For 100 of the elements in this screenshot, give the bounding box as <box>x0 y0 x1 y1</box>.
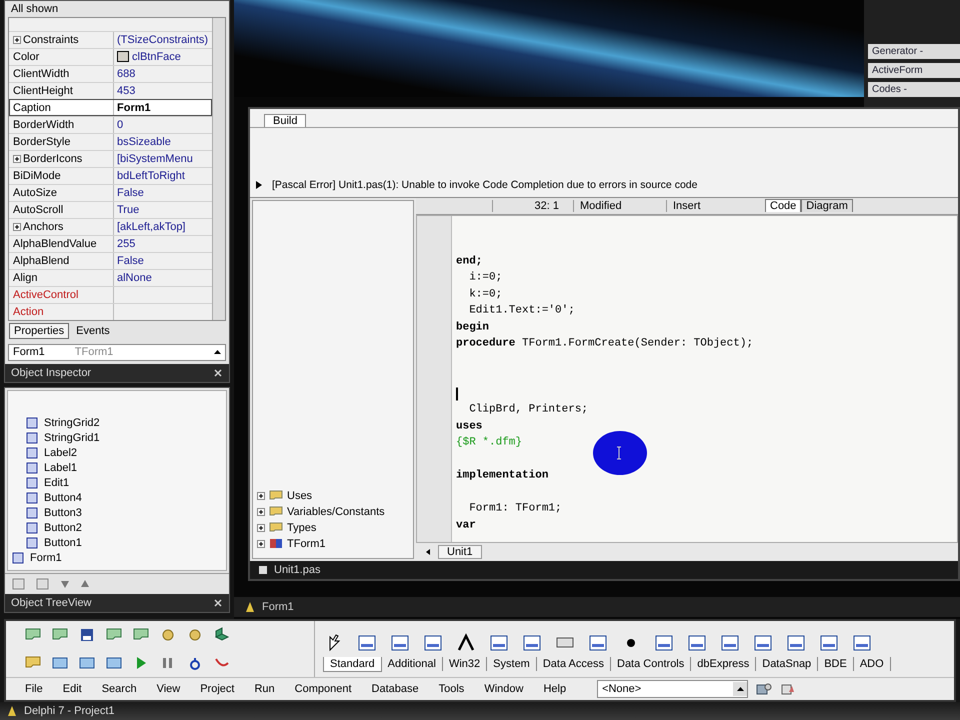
window-button[interactable]: Generator - <box>868 44 960 59</box>
window-button[interactable]: ActiveForm <box>868 63 960 78</box>
property-row[interactable]: ClientHeight 453 <box>9 82 212 99</box>
desktop-layout-combo[interactable]: <None> <box>597 680 748 698</box>
explorer-item[interactable]: TForm1 <box>287 538 326 550</box>
popup-component-icon[interactable] <box>422 633 444 653</box>
palette-tab[interactable]: Data Controls <box>611 657 692 671</box>
editor-tab[interactable]: Unit1 <box>438 545 482 559</box>
palette-tab[interactable]: Standard <box>323 657 382 672</box>
view-tab[interactable]: Code <box>765 200 802 212</box>
property-row[interactable]: BorderIcons [biSystemMenu <box>9 150 212 167</box>
expand-icon[interactable] <box>257 492 265 500</box>
property-row[interactable]: AutoSize False <box>9 184 212 201</box>
menu-item[interactable]: Help <box>534 683 576 695</box>
monitor-component-icon[interactable] <box>356 633 378 653</box>
palette-tab[interactable]: dbExpress <box>691 657 756 671</box>
expand-icon[interactable] <box>13 223 21 231</box>
save-desktop-icon[interactable] <box>756 682 772 696</box>
scrollbar-component-icon[interactable] <box>719 633 741 653</box>
save-icon[interactable] <box>78 627 96 643</box>
palette-tab[interactable]: DataSnap <box>756 657 818 671</box>
menu-item[interactable]: Edit <box>54 683 91 695</box>
property-row[interactable]: Align alNone <box>9 269 212 286</box>
window-icon[interactable] <box>105 655 123 671</box>
menu-item[interactable]: Run <box>245 683 284 695</box>
inspector-tab[interactable]: Events <box>71 323 115 339</box>
property-row[interactable]: Constraints (TSizeConstraints) <box>9 31 212 48</box>
tree-item[interactable]: Button2 <box>44 522 82 534</box>
menu-item[interactable]: Project <box>191 683 244 695</box>
expand-icon[interactable] <box>13 36 21 44</box>
palette-tab[interactable]: Data Access <box>536 657 611 671</box>
property-row[interactable]: Anchors [akLeft,akTop] <box>9 218 212 235</box>
expand-icon[interactable] <box>257 524 265 532</box>
actionlist-component-icon[interactable] <box>851 633 873 653</box>
property-row[interactable]: AlphaBlendValue 255 <box>9 235 212 252</box>
code-line: Form1: TForm1; <box>468 503 563 517</box>
view-tab[interactable]: Diagram <box>801 200 853 212</box>
message-tab[interactable]: Build <box>264 114 306 127</box>
property-row[interactable]: AutoScroll True <box>9 201 212 218</box>
tree-item[interactable]: Form1 <box>30 552 62 564</box>
menu-item[interactable]: Database <box>362 683 428 695</box>
close-icon[interactable] <box>213 598 223 608</box>
memo-component-icon[interactable] <box>521 633 543 653</box>
palette-tab[interactable]: BDE <box>818 657 854 671</box>
radiogroup-component-icon[interactable] <box>785 633 807 653</box>
tree-item[interactable]: StringGrid2 <box>44 418 100 430</box>
property-row[interactable]: AlphaBlend False <box>9 252 212 269</box>
scrollbar[interactable] <box>212 18 225 320</box>
listbox-component-icon[interactable] <box>653 633 675 653</box>
property-row[interactable]: BiDiMode bdLeftToRight <box>9 167 212 184</box>
property-row[interactable]: ActiveControl <box>9 286 212 303</box>
explorer-item[interactable]: Variables/Constants <box>287 506 385 518</box>
object-selector[interactable]: Form1 TForm1 <box>8 344 226 361</box>
explorer-item[interactable]: Uses <box>287 490 312 502</box>
tree-item[interactable]: StringGrid1 <box>44 432 100 444</box>
palette-tab[interactable]: Win32 <box>442 657 488 671</box>
edit-component-icon[interactable] <box>488 633 510 653</box>
menu-item[interactable]: Search <box>92 683 146 695</box>
menu-item[interactable]: Tools <box>430 683 474 695</box>
explorer-item[interactable]: Types <box>287 522 316 534</box>
expand-icon[interactable] <box>257 508 265 516</box>
expand-icon[interactable] <box>13 155 21 163</box>
property-row[interactable]: Color clBtnFace <box>9 48 212 65</box>
groupbox-component-icon[interactable] <box>752 633 774 653</box>
delete-item-icon[interactable] <box>35 577 51 591</box>
tree-item[interactable]: Button4 <box>44 492 82 504</box>
dropdown-arrow-icon <box>214 350 221 354</box>
back-arrow-icon[interactable] <box>424 548 432 556</box>
window-button[interactable]: Codes - <box>868 82 960 97</box>
expand-icon[interactable] <box>257 540 265 548</box>
palette-tab[interactable]: ADO <box>854 657 891 671</box>
tree-item[interactable]: Label1 <box>44 462 78 474</box>
property-row[interactable]: Caption Form1 <box>9 99 212 116</box>
windows-icon[interactable] <box>51 655 69 671</box>
panel-component-icon[interactable] <box>818 633 840 653</box>
cube-icon[interactable] <box>213 627 231 643</box>
tree-item[interactable]: Label2 <box>44 448 78 460</box>
palette-tab[interactable]: Additional <box>382 657 443 671</box>
property-name: BorderWidth <box>13 119 74 131</box>
menu-component-icon[interactable] <box>389 633 411 653</box>
menu-item[interactable]: View <box>148 683 190 695</box>
tree-item[interactable]: Edit1 <box>44 478 70 490</box>
property-row[interactable]: ClientWidth 688 <box>9 65 212 82</box>
inspector-tab[interactable]: Properties <box>9 323 70 339</box>
new-item-icon[interactable] <box>11 577 27 591</box>
checkbox-component-icon[interactable] <box>587 633 609 653</box>
menu-item[interactable]: File <box>16 683 52 695</box>
close-icon[interactable] <box>213 368 223 378</box>
palette-tab[interactable]: System <box>487 657 537 671</box>
tree-item[interactable]: Button1 <box>44 538 82 550</box>
property-row[interactable]: Action <box>9 303 212 320</box>
property-name: ClientHeight <box>13 85 73 97</box>
label-component-icon[interactable] <box>455 633 477 653</box>
tree-item[interactable]: Button3 <box>44 508 82 520</box>
form-icon[interactable] <box>78 655 96 671</box>
menu-item[interactable]: Window <box>475 683 532 695</box>
menu-item[interactable]: Component <box>286 683 361 695</box>
combo-component-icon[interactable] <box>686 633 708 653</box>
property-row[interactable]: BorderStyle bsSizeable <box>9 133 212 150</box>
debug-desktop-icon[interactable] <box>780 682 796 696</box>
